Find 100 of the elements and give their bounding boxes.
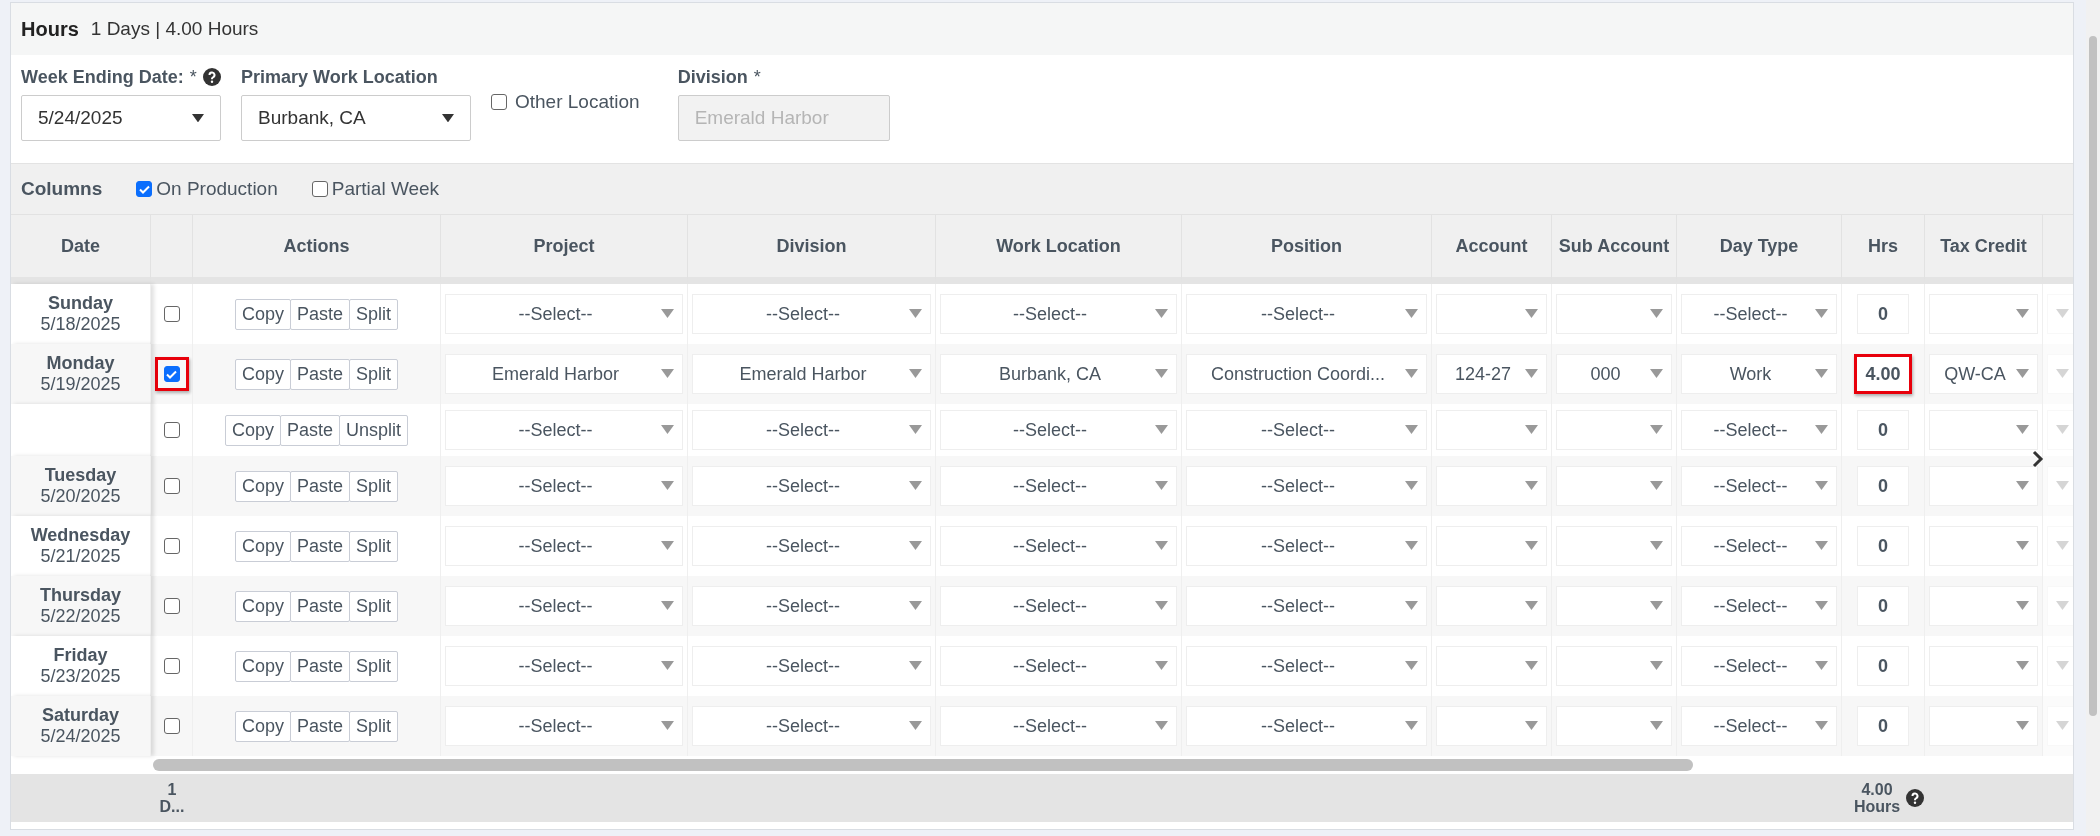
hours-field[interactable]: 0 bbox=[1857, 294, 1909, 334]
action-button[interactable]: Copy bbox=[234, 710, 291, 742]
action-button[interactable]: Paste bbox=[280, 414, 340, 446]
select-field[interactable]: --Select-- bbox=[940, 586, 1177, 626]
checkbox[interactable] bbox=[163, 718, 180, 734]
hours-field[interactable]: 0 bbox=[1857, 646, 1909, 686]
action-button[interactable]: Copy bbox=[234, 470, 291, 502]
action-button[interactable]: Split bbox=[349, 470, 399, 502]
chevron-right-icon[interactable] bbox=[2031, 449, 2045, 469]
select-field[interactable]: --Select-- bbox=[692, 706, 931, 746]
select-field[interactable] bbox=[1436, 466, 1547, 506]
select-field[interactable] bbox=[2047, 706, 2073, 746]
select-field[interactable]: --Select-- bbox=[445, 466, 683, 506]
select-field[interactable] bbox=[1556, 646, 1672, 686]
select-field[interactable] bbox=[1436, 294, 1547, 334]
select-field[interactable] bbox=[1556, 294, 1672, 334]
scrollbar-thumb[interactable] bbox=[153, 759, 1693, 771]
select-field[interactable] bbox=[1929, 526, 2038, 566]
select-field[interactable]: --Select-- bbox=[1186, 586, 1427, 626]
hours-field[interactable]: 0 bbox=[1857, 706, 1909, 746]
help-icon[interactable] bbox=[202, 68, 221, 86]
hours-field[interactable]: 0 bbox=[1857, 466, 1909, 506]
checkbox[interactable] bbox=[163, 422, 180, 438]
checkbox[interactable] bbox=[163, 306, 180, 322]
action-button[interactable]: Paste bbox=[290, 530, 350, 562]
select-field[interactable]: --Select-- bbox=[940, 526, 1177, 566]
action-button[interactable]: Copy bbox=[234, 298, 291, 330]
select-field[interactable]: --Select-- bbox=[692, 646, 931, 686]
select-field[interactable] bbox=[1929, 706, 2038, 746]
action-button[interactable]: Copy bbox=[224, 414, 281, 446]
select-field[interactable]: --Select-- bbox=[940, 466, 1177, 506]
select-field[interactable]: --Select-- bbox=[940, 646, 1177, 686]
select-field[interactable] bbox=[1929, 466, 2038, 506]
action-button[interactable]: Copy bbox=[234, 650, 291, 682]
select-field[interactable]: Work bbox=[1681, 354, 1837, 394]
hours-field[interactable]: 0 bbox=[1857, 586, 1909, 626]
select-field[interactable] bbox=[1556, 526, 1672, 566]
select-field[interactable] bbox=[2047, 526, 2073, 566]
select-field[interactable] bbox=[2047, 466, 2073, 506]
select-field[interactable]: --Select-- bbox=[692, 294, 931, 334]
select-field[interactable] bbox=[1929, 586, 2038, 626]
select-field[interactable]: --Select-- bbox=[445, 410, 683, 450]
select-field[interactable]: --Select-- bbox=[1186, 706, 1427, 746]
select-field[interactable]: --Select-- bbox=[445, 526, 683, 566]
select-field[interactable] bbox=[2047, 586, 2073, 626]
select-field[interactable]: --Select-- bbox=[940, 294, 1177, 334]
action-button[interactable]: Split bbox=[349, 650, 399, 682]
select-field[interactable]: --Select-- bbox=[1681, 294, 1837, 334]
select-field[interactable]: --Select-- bbox=[692, 466, 931, 506]
select-field[interactable]: --Select-- bbox=[940, 706, 1177, 746]
checkbox[interactable] bbox=[311, 181, 328, 197]
action-button[interactable]: Copy bbox=[234, 590, 291, 622]
checkbox[interactable] bbox=[163, 598, 180, 614]
select-field[interactable] bbox=[1436, 706, 1547, 746]
select-field[interactable]: --Select-- bbox=[1681, 410, 1837, 450]
hours-field[interactable]: 0 bbox=[1857, 410, 1909, 450]
select-field[interactable] bbox=[1929, 294, 2038, 334]
checkbox[interactable] bbox=[491, 94, 507, 110]
action-button[interactable]: Split bbox=[349, 298, 399, 330]
select-field[interactable]: --Select-- bbox=[1186, 466, 1427, 506]
select-field[interactable]: --Select-- bbox=[1681, 586, 1837, 626]
select-field[interactable]: Emerald Harbor bbox=[692, 354, 931, 394]
select-field[interactable]: --Select-- bbox=[692, 586, 931, 626]
hours-field[interactable]: 4.00 bbox=[1854, 354, 1912, 394]
select-field[interactable]: --Select-- bbox=[445, 706, 683, 746]
action-button[interactable]: Copy bbox=[234, 530, 291, 562]
select-field[interactable]: --Select-- bbox=[445, 586, 683, 626]
select-field[interactable] bbox=[1436, 410, 1547, 450]
select-field[interactable]: Burbank, CA bbox=[940, 354, 1177, 394]
select-field[interactable] bbox=[2047, 294, 2073, 334]
hours-field[interactable]: 0 bbox=[1857, 526, 1909, 566]
select-field[interactable]: --Select-- bbox=[1186, 526, 1427, 566]
select-field[interactable]: --Select-- bbox=[1681, 466, 1837, 506]
action-button[interactable]: Paste bbox=[290, 470, 350, 502]
action-button[interactable]: Paste bbox=[290, 358, 350, 390]
select-field[interactable] bbox=[1556, 466, 1672, 506]
select-field[interactable]: 124-27 bbox=[1436, 354, 1547, 394]
action-button[interactable]: Split bbox=[349, 590, 399, 622]
select-field[interactable]: Construction Coordi... bbox=[1186, 354, 1427, 394]
checkbox[interactable] bbox=[163, 478, 180, 494]
select-field[interactable]: --Select-- bbox=[1681, 646, 1837, 686]
select-field[interactable]: --Select-- bbox=[692, 410, 931, 450]
select-field[interactable] bbox=[1556, 586, 1672, 626]
select-field[interactable]: QW-CA bbox=[1929, 354, 2038, 394]
select-field[interactable] bbox=[1436, 526, 1547, 566]
select-field[interactable]: --Select-- bbox=[445, 294, 683, 334]
checkbox[interactable] bbox=[163, 366, 180, 382]
scrollbar-thumb[interactable] bbox=[2089, 36, 2097, 716]
select-field[interactable] bbox=[1436, 646, 1547, 686]
checkbox[interactable] bbox=[136, 181, 153, 197]
action-button[interactable]: Unsplit bbox=[339, 414, 409, 446]
action-button[interactable]: Split bbox=[349, 530, 399, 562]
action-button[interactable]: Split bbox=[349, 710, 399, 742]
action-button[interactable]: Paste bbox=[290, 650, 350, 682]
location-dropdown[interactable]: Burbank, CA bbox=[241, 95, 471, 141]
select-field[interactable]: --Select-- bbox=[692, 526, 931, 566]
select-field[interactable]: --Select-- bbox=[1681, 706, 1837, 746]
week-ending-dropdown[interactable]: 5/24/2025 bbox=[21, 95, 221, 141]
select-field[interactable]: --Select-- bbox=[1681, 526, 1837, 566]
action-button[interactable]: Paste bbox=[290, 590, 350, 622]
